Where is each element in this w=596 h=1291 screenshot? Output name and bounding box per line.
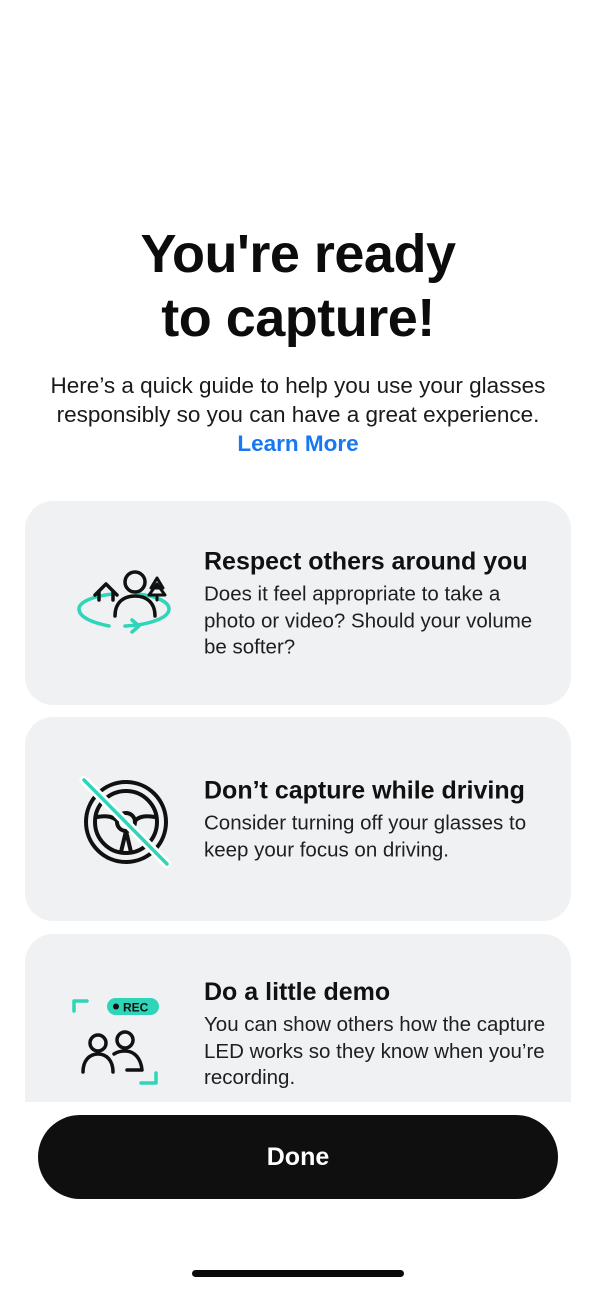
home-indicator[interactable] [192, 1270, 404, 1277]
card-body: Does it feel appropriate to take a photo… [204, 582, 533, 659]
card-body: Consider turning off your glasses to kee… [204, 811, 527, 862]
guide-card-list: Respect others around you Does it feel a… [0, 0, 596, 1102]
guide-card-driving: Don’t capture while driving Consider tur… [25, 717, 571, 921]
card-title: Respect others around you [204, 547, 528, 576]
people-surroundings-icon [69, 548, 179, 658]
rec-label: REC [123, 1001, 149, 1015]
guide-card-driving-text: Don’t capture while driving Consider tur… [204, 775, 551, 864]
card-title: Do a little demo [204, 978, 391, 1006]
card-body: You can show others how the capture LED … [204, 1013, 546, 1089]
rec-demo-icon: REC [69, 981, 179, 1091]
guide-card-demo: REC Do a little demo You can show others… [25, 934, 571, 1102]
guide-card-demo-text: Do a little demo You can show others how… [204, 976, 551, 1092]
no-driving-icon [69, 764, 179, 874]
guide-card-respect-text: Respect others around you Does it feel a… [204, 545, 551, 661]
guide-card-respect: Respect others around you Does it feel a… [25, 501, 571, 705]
done-button[interactable]: Done [38, 1115, 558, 1199]
card-title: Don’t capture while driving [204, 776, 525, 805]
